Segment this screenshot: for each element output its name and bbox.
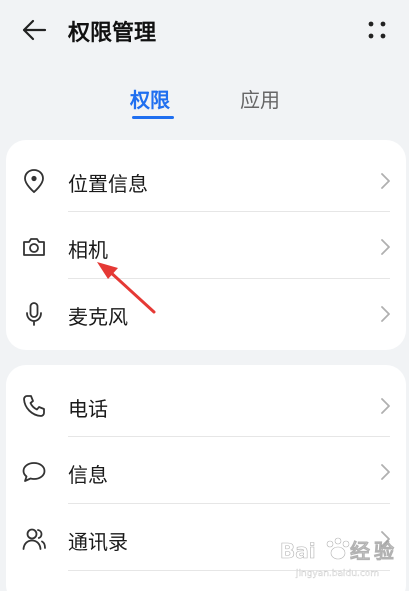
permission-label: 相机 <box>68 238 108 262</box>
baidu-paw-logo: Bai 经 验 jingyan.baidu.com <box>280 537 394 579</box>
permission-label: 通讯录 <box>68 530 128 554</box>
permission-manager-screen: 权限管理 权限 应用 位置信息 相机 麦克风 电话 信息 通讯录 Bai 经 验… <box>0 0 409 591</box>
permission-item-microphone[interactable]: 麦克风 <box>6 279 406 347</box>
contacts-icon <box>22 528 46 550</box>
message-icon <box>22 462 46 482</box>
phone-icon <box>23 395 45 417</box>
camera-icon <box>23 238 45 256</box>
watermark: Bai 经 验 jingyan.baidu.com <box>278 532 396 582</box>
tab-permissions[interactable]: 权限 <box>130 84 170 113</box>
permission-label: 电话 <box>68 397 108 421</box>
svg-text:经: 经 <box>350 539 370 563</box>
more-options-button[interactable] <box>363 16 391 44</box>
permission-item-camera[interactable]: 相机 <box>6 212 406 280</box>
microphone-icon <box>26 302 42 326</box>
tab-bar: 权限 应用 <box>0 80 409 120</box>
svg-text:验: 验 <box>374 539 394 563</box>
chevron-right-icon <box>381 306 390 322</box>
page-title: 权限管理 <box>68 21 157 46</box>
active-tab-indicator <box>132 116 174 119</box>
permission-label: 信息 <box>68 463 108 487</box>
permission-group-1: 位置信息 相机 麦克风 <box>6 140 406 350</box>
chevron-right-icon <box>381 173 390 189</box>
chevron-right-icon <box>381 464 390 480</box>
svg-text:jingyan.baidu.com: jingyan.baidu.com <box>295 569 379 579</box>
permission-item-phone[interactable]: 电话 <box>6 371 406 439</box>
more-dots-icon <box>368 21 386 39</box>
header: 权限管理 <box>0 0 409 60</box>
svg-text:Bai: Bai <box>280 539 316 563</box>
chevron-right-icon <box>381 239 390 255</box>
arrow-left-icon <box>22 19 47 41</box>
location-pin-icon <box>24 169 44 194</box>
permission-item-location[interactable]: 位置信息 <box>6 146 406 214</box>
permission-label: 麦克风 <box>68 305 128 329</box>
permission-label: 位置信息 <box>68 172 148 196</box>
chevron-right-icon <box>381 398 390 414</box>
back-button[interactable] <box>18 14 50 46</box>
permission-item-messages[interactable]: 信息 <box>6 437 406 505</box>
tab-apps[interactable]: 应用 <box>240 84 280 113</box>
